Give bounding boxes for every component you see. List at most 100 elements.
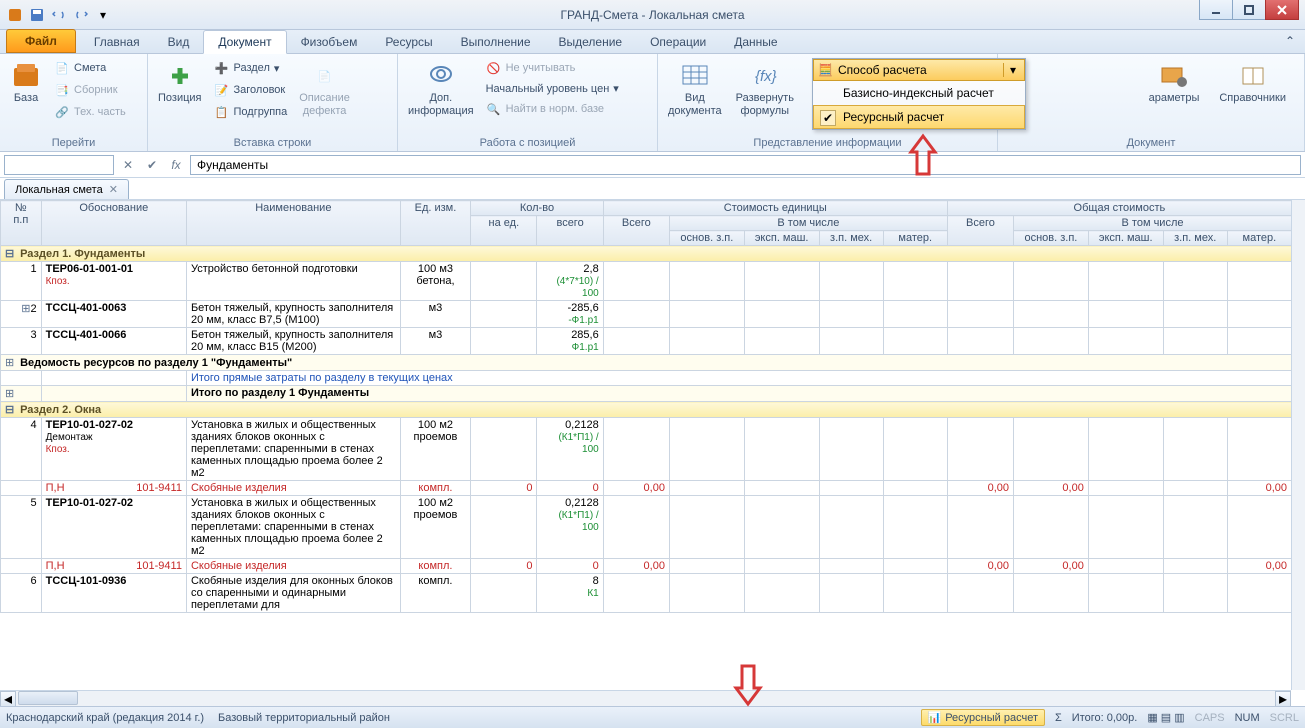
- sheet-tab[interactable]: Локальная смета ✕: [4, 179, 129, 199]
- fb-accept-icon[interactable]: ✔: [142, 155, 162, 175]
- collapse-icon[interactable]: ⊟: [5, 403, 17, 416]
- btn-techpart: 🔗Тех. часть: [50, 102, 130, 122]
- table-row: ⊞2 ТССЦ-401-0063 Бетон тяжелый, крупност…: [1, 301, 1292, 328]
- subtotal-row: Итого прямые затраты по разделу в текущи…: [1, 371, 1292, 386]
- btn-pricelevel[interactable]: Начальный уровень цен ▾: [482, 80, 623, 97]
- window-minimize[interactable]: [1199, 0, 1233, 20]
- col-npp[interactable]: № п.п: [1, 201, 42, 246]
- callout-arrow-down: [730, 662, 766, 713]
- btn-section[interactable]: ➕Раздел ▾: [210, 58, 292, 78]
- fx-icon: {fx}: [749, 60, 781, 92]
- tab-physvolume[interactable]: Физобъем: [287, 31, 372, 53]
- window-maximize[interactable]: [1232, 0, 1266, 20]
- tab-main[interactable]: Главная: [80, 31, 154, 53]
- btn-estimate[interactable]: 📄Смета: [50, 58, 130, 78]
- callout-arrow-up: [905, 132, 941, 183]
- vertical-scrollbar[interactable]: [1291, 200, 1305, 690]
- btn-subgroup[interactable]: 📋Подгруппа: [210, 102, 292, 122]
- btn-docview[interactable]: Вид документа: [662, 58, 728, 120]
- tab-resources[interactable]: Ресурсы: [371, 31, 446, 53]
- collapse-icon[interactable]: ⊟: [5, 247, 17, 260]
- col-name[interactable]: Наименование: [186, 201, 400, 246]
- expand-icon[interactable]: ⊞: [5, 387, 17, 400]
- close-tab-icon[interactable]: ✕: [109, 183, 118, 196]
- defect-icon: 📄: [309, 60, 341, 92]
- group-label-document: Документ: [1002, 135, 1300, 151]
- tab-document[interactable]: Документ: [203, 30, 286, 54]
- col-basis[interactable]: Обоснование: [41, 201, 186, 246]
- name-box[interactable]: [4, 155, 114, 175]
- search-icon: 🔍: [486, 101, 502, 117]
- header-icon: 📝: [214, 82, 230, 98]
- tab-data[interactable]: Данные: [720, 31, 791, 53]
- expand-icon[interactable]: ⊞: [18, 302, 30, 315]
- table-gear-icon: [1158, 60, 1190, 92]
- btn-defect: 📄 Описание дефекта: [293, 58, 356, 120]
- calc-basic-index[interactable]: Базисно-индексный расчет: [813, 81, 1025, 105]
- expand-icon[interactable]: ⊞: [5, 356, 17, 369]
- table-row: 1 ТЕР06-01-001-01Кпоз. Устройство бетонн…: [1, 262, 1292, 301]
- status-view-icons[interactable]: ▦ ▤ ▥: [1147, 711, 1184, 724]
- status-sum-icon[interactable]: Σ: [1055, 712, 1062, 724]
- app-title: ГРАНД-Смета - Локальная смета: [560, 8, 744, 22]
- calc-method-button[interactable]: 🧮 Способ расчета ▾: [813, 59, 1025, 81]
- section-row: ⊟ Раздел 1. Фундаменты: [1, 246, 1292, 262]
- minimize-ribbon-icon[interactable]: ⌃: [1285, 34, 1295, 48]
- status-area: Базовый территориальный район: [218, 712, 390, 724]
- status-mode[interactable]: 📊 Ресурсный расчет: [921, 709, 1045, 726]
- fx-icon[interactable]: fx: [166, 155, 186, 175]
- calc-method-dropdown: 🧮 Способ расчета ▾ Базисно-индексный рас…: [812, 58, 1026, 130]
- window-close[interactable]: [1265, 0, 1299, 20]
- status-scrl: SCRL: [1270, 712, 1299, 724]
- btn-position[interactable]: Позиция: [152, 58, 208, 107]
- tab-operations[interactable]: Операции: [636, 31, 720, 53]
- horizontal-scrollbar[interactable]: ◂ ▸: [0, 690, 1291, 706]
- collection-icon: 📑: [54, 82, 70, 98]
- table-row: П,Н101-9411 Скобяные изделия компл. 0 0 …: [1, 481, 1292, 496]
- btn-addinfo[interactable]: Доп. информация: [402, 58, 480, 120]
- grid[interactable]: № п.п Обоснование Наименование Ед. изм. …: [0, 200, 1305, 690]
- sheet-tabs: Локальная смета ✕: [0, 178, 1305, 200]
- magnify-icon: [425, 60, 457, 92]
- ribbon-tabstrip: Файл Главная Вид Документ Физобъем Ресур…: [0, 30, 1305, 54]
- status-caps: CAPS: [1195, 712, 1225, 724]
- btn-parameters[interactable]: араметры: [1143, 58, 1206, 107]
- fb-cancel-icon[interactable]: ✕: [118, 155, 138, 175]
- resource-ledger-row: ⊞ Ведомость ресурсов по разделу 1 "Фунда…: [1, 355, 1292, 371]
- calc-resource[interactable]: ✔ Ресурсный расчет: [813, 105, 1025, 129]
- plus-icon: [164, 60, 196, 92]
- col-qty[interactable]: Кол-во: [471, 201, 604, 216]
- subgroup-icon: 📋: [214, 104, 230, 120]
- tab-view[interactable]: Вид: [154, 31, 204, 53]
- grid-icon: [679, 60, 711, 92]
- titlebar: ▾ ГРАНД-Смета - Локальная смета: [0, 0, 1305, 30]
- scroll-left-icon[interactable]: ◂: [0, 691, 16, 707]
- qat-save-icon[interactable]: [28, 6, 46, 24]
- btn-collection: 📑Сборник: [50, 80, 130, 100]
- btn-database[interactable]: База: [4, 58, 48, 107]
- formula-input[interactable]: Фундаменты: [190, 155, 1301, 175]
- scroll-thumb[interactable]: [18, 691, 78, 705]
- chevron-down-icon: ▾: [1003, 63, 1016, 77]
- tab-file[interactable]: Файл: [6, 29, 76, 53]
- qat-app-icon[interactable]: [6, 6, 24, 24]
- calc-icon: 🧮: [818, 63, 833, 77]
- btn-formulas[interactable]: {fx} Развернуть формулы: [730, 58, 800, 120]
- tab-completion[interactable]: Выполнение: [447, 31, 545, 53]
- group-label-representation: Представление информации: [662, 135, 993, 151]
- ignore-icon: 🚫: [486, 60, 502, 76]
- col-unitcost[interactable]: Стоимость единицы: [603, 201, 947, 216]
- btn-references[interactable]: Справочники: [1213, 58, 1292, 107]
- status-num: NUM: [1235, 712, 1260, 724]
- qat-undo-icon[interactable]: [50, 6, 68, 24]
- scroll-right-icon[interactable]: ▸: [1275, 691, 1291, 707]
- col-totalcost[interactable]: Общая стоимость: [947, 201, 1291, 216]
- status-region: Краснодарский край (редакция 2014 г.): [6, 712, 204, 724]
- col-unit[interactable]: Ед. изм.: [400, 201, 471, 246]
- btn-header[interactable]: 📝Заголовок: [210, 80, 292, 100]
- tab-selection[interactable]: Выделение: [545, 31, 637, 53]
- qat-dropdown-icon[interactable]: ▾: [94, 6, 112, 24]
- statusbar: Краснодарский край (редакция 2014 г.) Ба…: [0, 706, 1305, 728]
- table-row: 4 ТЕР10-01-027-02ДемонтажКпоз. Установка…: [1, 418, 1292, 481]
- qat-redo-icon[interactable]: [72, 6, 90, 24]
